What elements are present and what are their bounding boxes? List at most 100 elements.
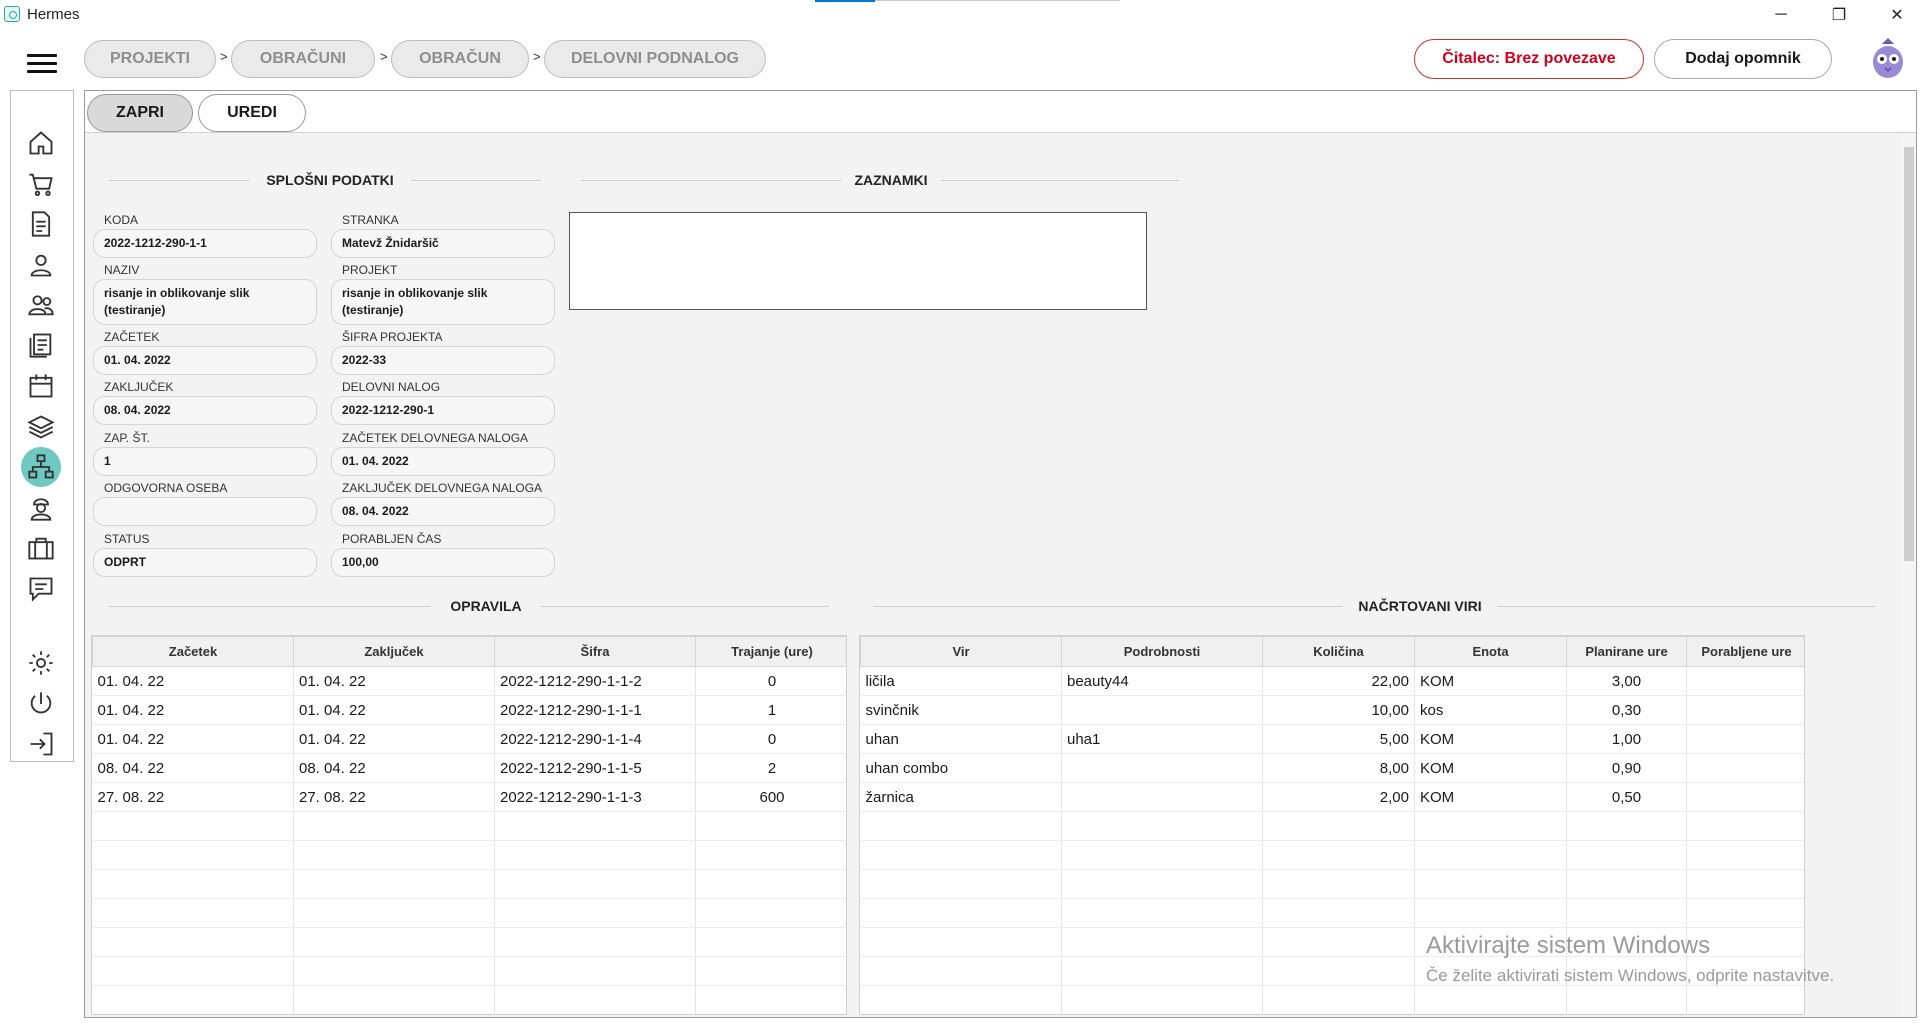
table-row[interactable]: žarnica 2,00 KOM 0,50 — [860, 782, 1804, 812]
tasks-col-trajanje[interactable]: Trajanje (ure) — [695, 636, 846, 667]
breadcrumb-obracun[interactable]: OBRAČUN — [391, 40, 529, 78]
tasks-cell — [695, 869, 846, 899]
people-icon[interactable] — [21, 285, 61, 325]
tasks-cell — [494, 927, 696, 957]
resources-cell — [860, 811, 1062, 841]
table-row-empty[interactable] — [92, 811, 846, 841]
table-row-empty[interactable] — [860, 869, 1804, 899]
hierarchy-icon[interactable] — [21, 447, 61, 487]
resources-col-kolicina[interactable]: Količina — [1262, 636, 1415, 667]
field-porabljen-cas[interactable]: 100,00 — [331, 548, 555, 577]
resources-col-vir[interactable]: Vir — [860, 636, 1062, 667]
table-row[interactable]: 08. 04. 22 08. 04. 22 2022-1212-290-1-1-5 2 — [92, 753, 846, 783]
table-row[interactable]: ličila beauty44 22,00 KOM 3,00 — [860, 666, 1804, 696]
tasks-cell — [293, 811, 495, 841]
resources-col-enota[interactable]: Enota — [1414, 636, 1567, 667]
resources-cell: 2,00 — [1262, 782, 1415, 812]
section-divider — [411, 180, 541, 181]
resources-col-planirane-ure[interactable]: Planirane ure — [1566, 636, 1687, 667]
field-koda[interactable]: 2022-1212-290-1-1 — [93, 229, 317, 258]
resources-cell — [1061, 985, 1263, 1014]
logout-icon[interactable] — [21, 724, 61, 764]
edit-button[interactable]: UREDI — [198, 94, 306, 132]
field-zakljucek-naloga[interactable]: 08. 04. 2022 — [331, 497, 555, 526]
tasks-cell — [92, 985, 294, 1014]
tasks-col-zacetek[interactable]: Začetek — [92, 636, 294, 667]
section-divider — [109, 180, 249, 181]
resources-cell — [1566, 985, 1687, 1014]
avatar[interactable] — [1870, 38, 1906, 80]
minimize-button[interactable]: ─ — [1758, 0, 1804, 30]
resources-col-podrobnosti[interactable]: Podrobnosti — [1061, 636, 1263, 667]
field-stranka[interactable]: Matevž Žnidaršič — [331, 229, 555, 258]
breadcrumb-obracuni[interactable]: OBRAČUNI — [231, 40, 375, 78]
resources-section-title: NAČRTOVANI VIRI — [1358, 598, 1482, 614]
tasks-cell — [92, 840, 294, 870]
close-window-button[interactable]: ✕ — [1874, 0, 1920, 30]
resources-cell: 22,00 — [1262, 666, 1415, 696]
calendar-icon[interactable] — [21, 366, 61, 406]
field-label-odgovorna-oseba: ODGOVORNA OSEBA — [104, 481, 228, 495]
field-odgovorna-oseba[interactable] — [93, 497, 317, 526]
tasks-cell — [695, 840, 846, 870]
field-projekt[interactable]: risanje in oblikovanje slik (testiranje) — [331, 279, 555, 325]
settings-icon[interactable] — [21, 643, 61, 683]
section-divider — [109, 606, 431, 607]
close-button[interactable]: ZAPRI — [87, 94, 193, 132]
table-row-empty[interactable] — [860, 985, 1804, 1014]
table-row-empty[interactable] — [92, 869, 846, 899]
resources-cell — [1686, 724, 1804, 754]
table-row[interactable]: 01. 04. 22 01. 04. 22 2022-1212-290-1-1-2 0 — [92, 666, 846, 696]
reports-icon[interactable] — [21, 325, 61, 365]
scroll-thumb[interactable] — [1904, 147, 1914, 561]
table-row[interactable]: uhan combo 8,00 KOM 0,90 — [860, 753, 1804, 783]
maximize-button[interactable]: ❐ — [1816, 0, 1862, 30]
tasks-cell — [695, 956, 846, 986]
field-zacetek[interactable]: 01. 04. 2022 — [93, 346, 317, 375]
layers-icon[interactable] — [21, 407, 61, 447]
field-zacetek-naloga[interactable]: 01. 04. 2022 — [331, 447, 555, 476]
breadcrumb-delovni-podnalog[interactable]: DELOVNI PODNALOG — [544, 40, 766, 78]
document-icon[interactable] — [21, 204, 61, 244]
power-icon[interactable] — [21, 684, 61, 724]
table-row-empty[interactable] — [92, 927, 846, 957]
reader-status-button[interactable]: Čitalec: Brez povezave — [1414, 39, 1644, 79]
tasks-cell — [695, 927, 846, 957]
field-sifra-projekta[interactable]: 2022-33 — [331, 346, 555, 375]
worker-icon[interactable] — [21, 488, 61, 528]
menu-icon[interactable] — [27, 54, 57, 74]
field-naziv[interactable]: risanje in oblikovanje slik (testiranje) — [93, 279, 317, 325]
add-reminder-button[interactable]: Dodaj opomnik — [1654, 39, 1832, 79]
tasks-cell — [293, 840, 495, 870]
tasks-cell: 01. 04. 22 — [293, 666, 495, 696]
chat-icon[interactable] — [21, 569, 61, 609]
cart-icon[interactable] — [21, 164, 61, 204]
table-row-empty[interactable] — [860, 840, 1804, 870]
table-row-empty[interactable] — [860, 811, 1804, 841]
table-row[interactable]: 27. 08. 22 27. 08. 22 2022-1212-290-1-1-3 6… — [92, 782, 846, 812]
table-row-empty[interactable] — [92, 956, 846, 986]
field-status[interactable]: ODPRT — [93, 548, 317, 577]
table-row[interactable]: uhan uha1 5,00 KOM 1,00 — [860, 724, 1804, 754]
tasks-col-zakljucek[interactable]: Zaključek — [293, 636, 495, 667]
table-row-empty[interactable] — [92, 985, 846, 1014]
table-row-empty[interactable] — [92, 898, 846, 928]
field-zakljucek[interactable]: 08. 04. 2022 — [93, 396, 317, 425]
resources-cell: 5,00 — [1262, 724, 1415, 754]
table-row-empty[interactable] — [92, 840, 846, 870]
resources-col-porabljene-ure[interactable]: Porabljene ure — [1686, 636, 1804, 667]
field-zap-st[interactable]: 1 — [93, 447, 317, 476]
table-row[interactable]: 01. 04. 22 01. 04. 22 2022-1212-290-1-1-1 1 — [92, 695, 846, 725]
field-delovni-nalog[interactable]: 2022-1212-290-1 — [331, 396, 555, 425]
vertical-scrollbar[interactable] — [1902, 133, 1916, 1017]
home-icon[interactable] — [21, 123, 61, 163]
table-row[interactable]: 01. 04. 22 01. 04. 22 2022-1212-290-1-1-4 0 — [92, 724, 846, 754]
tasks-cell — [92, 898, 294, 928]
table-row[interactable]: svinčnik 10,00 kos 0,30 — [860, 695, 1804, 725]
table-row-empty[interactable] — [860, 898, 1804, 928]
notes-textarea[interactable] — [569, 212, 1147, 310]
tasks-col-sifra[interactable]: Šifra — [494, 636, 696, 667]
briefcase-icon[interactable] — [21, 528, 61, 568]
person-icon[interactable] — [21, 245, 61, 285]
breadcrumb-projekti[interactable]: PROJEKTI — [84, 40, 216, 78]
